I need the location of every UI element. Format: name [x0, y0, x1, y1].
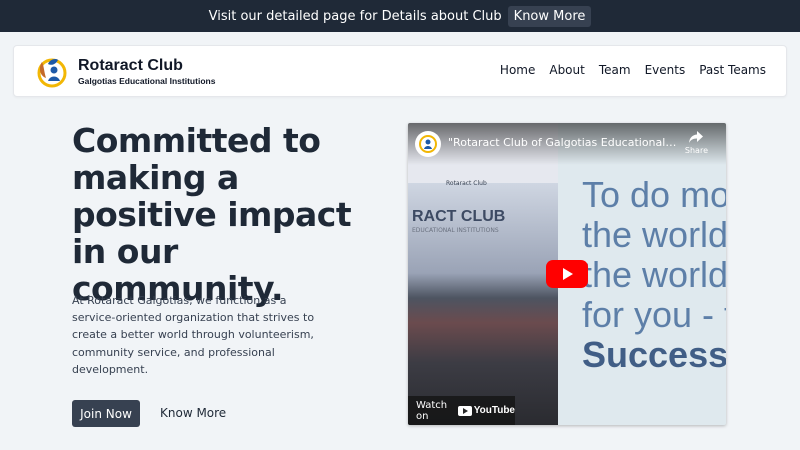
youtube-logo-text: YouTube: [473, 405, 515, 416]
announcement-bar: Visit our detailed page for Details abou…: [0, 0, 800, 32]
video-slide-text: To do mo the world the world for you - t…: [582, 175, 726, 375]
share-icon: [689, 131, 704, 143]
slide-line: for you - t: [582, 294, 726, 335]
nav-link-home[interactable]: Home: [500, 63, 535, 77]
thumbnail-banner-subtext: EDUCATIONAL INSTITUTIONS: [412, 227, 499, 234]
join-now-button[interactable]: Join Now: [72, 400, 140, 427]
navbar: Rotaract Club Galgotias Educational Inst…: [13, 45, 787, 97]
video-title[interactable]: "Rotaract Club of Galgotias Educational …: [448, 136, 678, 149]
know-more-button[interactable]: Know More: [160, 406, 226, 420]
hero-headline: Committed to making a positive impact in…: [72, 121, 352, 308]
youtube-logo-icon: YouTube: [457, 405, 515, 416]
youtube-video-embed[interactable]: Rotaract Club RACT CLUB EDUCATIONAL INST…: [408, 123, 726, 425]
announcement-text: Visit our detailed page for Details abou…: [208, 8, 502, 24]
youtube-logo-box: [457, 405, 472, 416]
play-icon: [563, 268, 573, 280]
share-button[interactable]: Share: [685, 130, 708, 155]
video-thumbnail-photo: Rotaract Club RACT CLUB EDUCATIONAL INST…: [408, 123, 558, 425]
hero-description: At Rotaract Galgotias, we function as a …: [72, 294, 315, 376]
video-top-bar: "Rotaract Club of Galgotias Educational …: [408, 123, 726, 165]
nav-link-about[interactable]: About: [549, 63, 584, 77]
watch-on-youtube-button[interactable]: Watch on YouTube: [408, 396, 515, 425]
nav-link-events[interactable]: Events: [645, 63, 686, 77]
watch-on-label: Watch on: [416, 399, 448, 422]
youtube-play-icon: [462, 407, 468, 414]
rotaract-logo-icon[interactable]: [34, 54, 70, 90]
brand-subtitle: Galgotias Educational Institutions: [78, 76, 216, 86]
play-button[interactable]: [546, 260, 588, 288]
share-label: Share: [684, 146, 708, 155]
thumbnail-logo-text: Rotaract Club: [446, 180, 487, 187]
slide-line: the world: [582, 214, 726, 255]
slide-line: To do mo: [582, 174, 726, 215]
brand-title[interactable]: Rotaract Club: [78, 57, 183, 75]
slide-line-strong: Success.: [582, 334, 726, 375]
channel-avatar[interactable]: [415, 131, 441, 157]
nav-link-team[interactable]: Team: [599, 63, 631, 77]
announcement-know-more-button[interactable]: Know More: [507, 5, 592, 27]
slide-line: the world: [582, 254, 726, 295]
nav-links: Home About Team Events Past Teams: [500, 63, 766, 77]
thumbnail-banner-text: RACT CLUB: [412, 208, 506, 225]
nav-link-past-teams[interactable]: Past Teams: [699, 63, 766, 77]
channel-logo-icon: [419, 135, 437, 153]
